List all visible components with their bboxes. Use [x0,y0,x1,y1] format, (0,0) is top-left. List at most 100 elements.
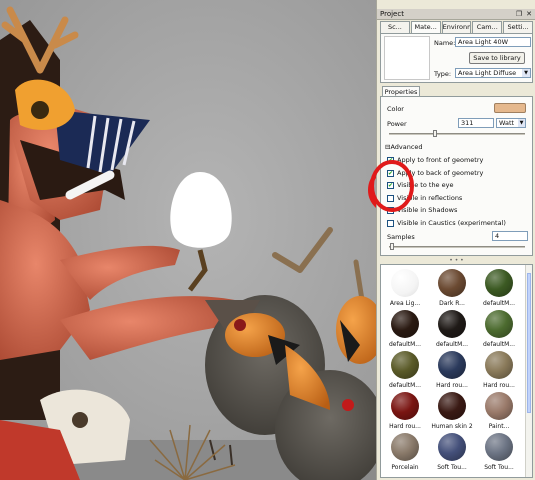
panel-title: Project [380,10,404,18]
type-label: Type: [434,70,452,78]
material-swatch[interactable]: Hard rou... [430,351,474,389]
material-swatch[interactable]: defaultM... [430,310,474,348]
material-sphere [438,392,466,420]
properties-box: Color Power 311 Watt ▼ ⊟Advanced ✔ Apply… [380,96,533,256]
chevron-down-icon: ▼ [518,119,525,127]
checkbox-visible-caustics[interactable]: Visible in Caustics (experimental) [387,218,506,228]
material-label: Soft Tou... [484,464,514,471]
tab-camera[interactable]: Cam... [472,21,503,33]
checkbox-label: Visible to the eye [397,181,454,189]
advanced-toggle[interactable]: ⊟Advanced [385,143,423,151]
undock-icon[interactable]: ❐ [515,10,523,18]
checkbox-visible-reflections-box[interactable] [387,194,394,202]
material-label: defaultM... [482,300,515,307]
material-label: Porcelain [391,464,419,471]
material-library: Area Lig... Dark R... defaultM... defaultM.… [380,264,533,478]
material-label: defaultM... [435,341,468,348]
material-name-input[interactable]: Area Light 40W [455,37,531,47]
material-label: Hard rou... [483,382,515,389]
power-slider[interactable] [389,133,525,135]
material-sphere [438,433,466,461]
material-sphere [391,351,419,379]
power-slider-thumb[interactable] [433,130,437,137]
material-sphere [391,310,419,338]
material-swatch[interactable]: Soft Tou... [477,433,521,471]
tab-scene[interactable]: Sc... [380,21,410,33]
name-label: Name: [434,39,456,47]
material-label: Dark R... [439,300,465,307]
material-swatch[interactable]: Paint... [477,392,521,430]
render-image [0,0,376,480]
material-label: Hard rou... [436,382,468,389]
material-type-select[interactable]: Area Light Diffuse ▼ [455,68,531,78]
material-swatch[interactable]: Area Lig... [383,269,427,307]
material-sphere [438,351,466,379]
checkbox-back-geometry[interactable]: ✔ Apply to back of geometry [387,168,483,178]
checkbox-label: Apply to back of geometry [397,169,484,177]
material-sphere [391,269,419,297]
power-label: Power [387,120,407,128]
checkbox-label: Visible in Shadows [397,206,458,214]
material-swatch[interactable]: defaultM... [383,310,427,348]
material-label: defaultM... [388,382,421,389]
material-label: Paint... [488,423,510,430]
type-select-value: Area Light Diffuse [458,69,517,77]
material-preview [384,36,430,80]
material-swatch[interactable]: Soft Tou... [430,433,474,471]
panel-titlebar: Project ❐ ✕ [377,9,535,20]
project-panel: Project ❐ ✕ Sc... Mate... Environm... Ca… [376,0,535,480]
render-viewport[interactable] [0,0,376,480]
material-swatch[interactable]: defaultM... [383,351,427,389]
material-swatch[interactable]: Porcelain [383,433,427,471]
checkbox-label: Visible in Caustics (experimental) [397,219,506,227]
material-swatch[interactable]: Hard rou... [383,392,427,430]
panel-tabs: Sc... Mate... Environm... Cam... Setti..… [380,21,533,33]
material-swatch[interactable]: Dark R... [430,269,474,307]
material-sphere [485,310,513,338]
checkbox-visible-eye-box[interactable]: ✔ [387,181,394,189]
close-icon[interactable]: ✕ [525,10,533,18]
advanced-label: Advanced [390,143,423,151]
material-sphere [391,392,419,420]
samples-input[interactable]: 4 [492,231,528,241]
material-label: defaultM... [388,341,421,348]
material-label: Human skin 2 [431,423,473,430]
material-label: Area Lig... [389,300,421,307]
checkbox-visible-caustics-box[interactable] [387,219,394,227]
checkbox-label: Apply to front of geometry [397,156,484,164]
material-swatch[interactable]: defaultM... [477,310,521,348]
material-sphere [438,310,466,338]
material-sphere [485,433,513,461]
library-scrollbar[interactable] [525,265,532,477]
checkbox-front-geometry-box[interactable]: ✔ [387,156,394,164]
material-header: Name: Area Light 40W Save to library Typ… [380,33,533,83]
checkbox-visible-shadows-box[interactable] [387,206,394,214]
tab-settings[interactable]: Setti... [503,21,533,33]
color-swatch[interactable] [494,103,526,113]
material-label: Hard rou... [389,423,421,430]
scrollbar-thumb[interactable] [527,273,531,413]
samples-slider[interactable] [389,246,525,248]
samples-slider-thumb[interactable] [390,243,394,250]
checkbox-front-geometry[interactable]: ✔ Apply to front of geometry [387,155,483,165]
material-sphere [485,269,513,297]
checkbox-visible-shadows[interactable]: Visible in Shadows [387,205,457,215]
samples-label: Samples [387,233,415,241]
power-unit-select[interactable]: Watt ▼ [496,118,526,128]
power-unit-value: Watt [499,119,515,127]
checkbox-visible-reflections[interactable]: Visible in reflections [387,193,462,203]
material-label: Soft Tou... [437,464,467,471]
material-swatch[interactable]: defaultM... [477,269,521,307]
material-swatch[interactable]: Hard rou... [477,351,521,389]
material-sphere [485,351,513,379]
tab-environment[interactable]: Environm... [441,21,472,33]
power-input[interactable]: 311 [458,118,494,128]
material-sphere [438,269,466,297]
material-swatch[interactable]: Human skin 2 [430,392,474,430]
tab-materials[interactable]: Mate... [410,21,441,33]
checkbox-back-geometry-box[interactable]: ✔ [387,169,394,177]
checkbox-label: Visible in reflections [397,194,463,202]
checkbox-visible-eye[interactable]: ✔ Visible to the eye [387,180,453,190]
color-label: Color [387,105,404,113]
save-to-library-button[interactable]: Save to library [469,52,525,64]
